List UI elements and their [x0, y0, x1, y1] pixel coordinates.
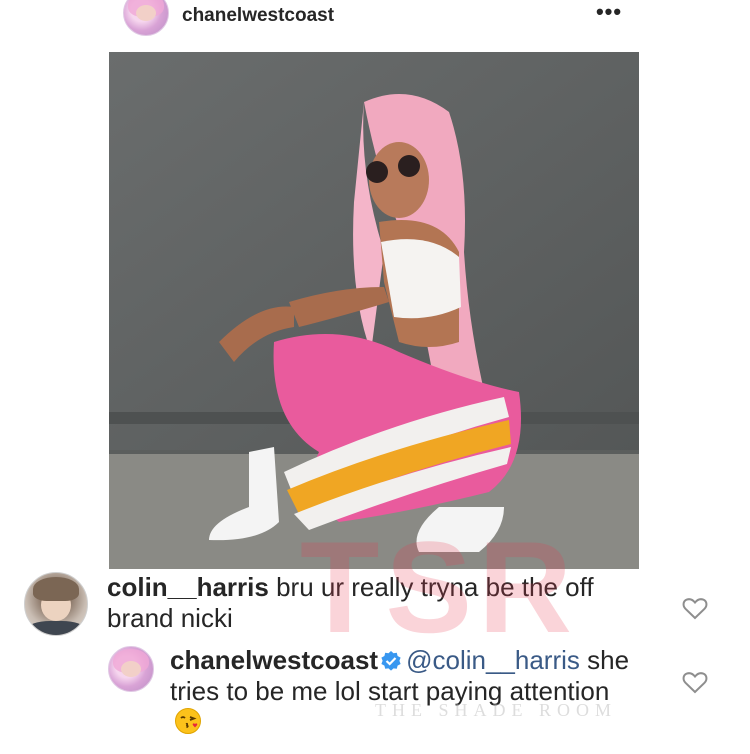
post-photo[interactable]	[109, 52, 639, 569]
avatar-face	[121, 661, 141, 677]
heart-outline-icon[interactable]	[682, 596, 708, 620]
reply-author-avatar[interactable]	[108, 646, 154, 692]
avatar-hair	[33, 577, 79, 601]
photo-illustration	[109, 52, 639, 569]
comment-1: colin__harris bru ur really tryna be the…	[107, 572, 637, 634]
more-options-icon[interactable]: •••	[594, 0, 624, 24]
comment-2: chanelwestcoast @colin__harris she tries…	[170, 645, 640, 738]
avatar-shirt	[27, 621, 85, 635]
verified-badge-icon	[381, 651, 401, 671]
heart-outline-icon[interactable]	[682, 670, 708, 694]
comment-2-mention[interactable]: @colin__harris	[406, 645, 580, 675]
avatar-face	[136, 5, 156, 21]
commenter-avatar[interactable]	[24, 572, 88, 636]
author-username[interactable]: chanelwestcoast	[182, 5, 334, 27]
comment-1-username[interactable]: colin__harris	[107, 572, 269, 602]
face-blowing-kiss-icon	[175, 708, 201, 734]
author-avatar[interactable]	[123, 0, 169, 36]
comment-2-username[interactable]: chanelwestcoast	[170, 645, 378, 675]
post-header: chanelwestcoast •••	[0, 0, 750, 40]
